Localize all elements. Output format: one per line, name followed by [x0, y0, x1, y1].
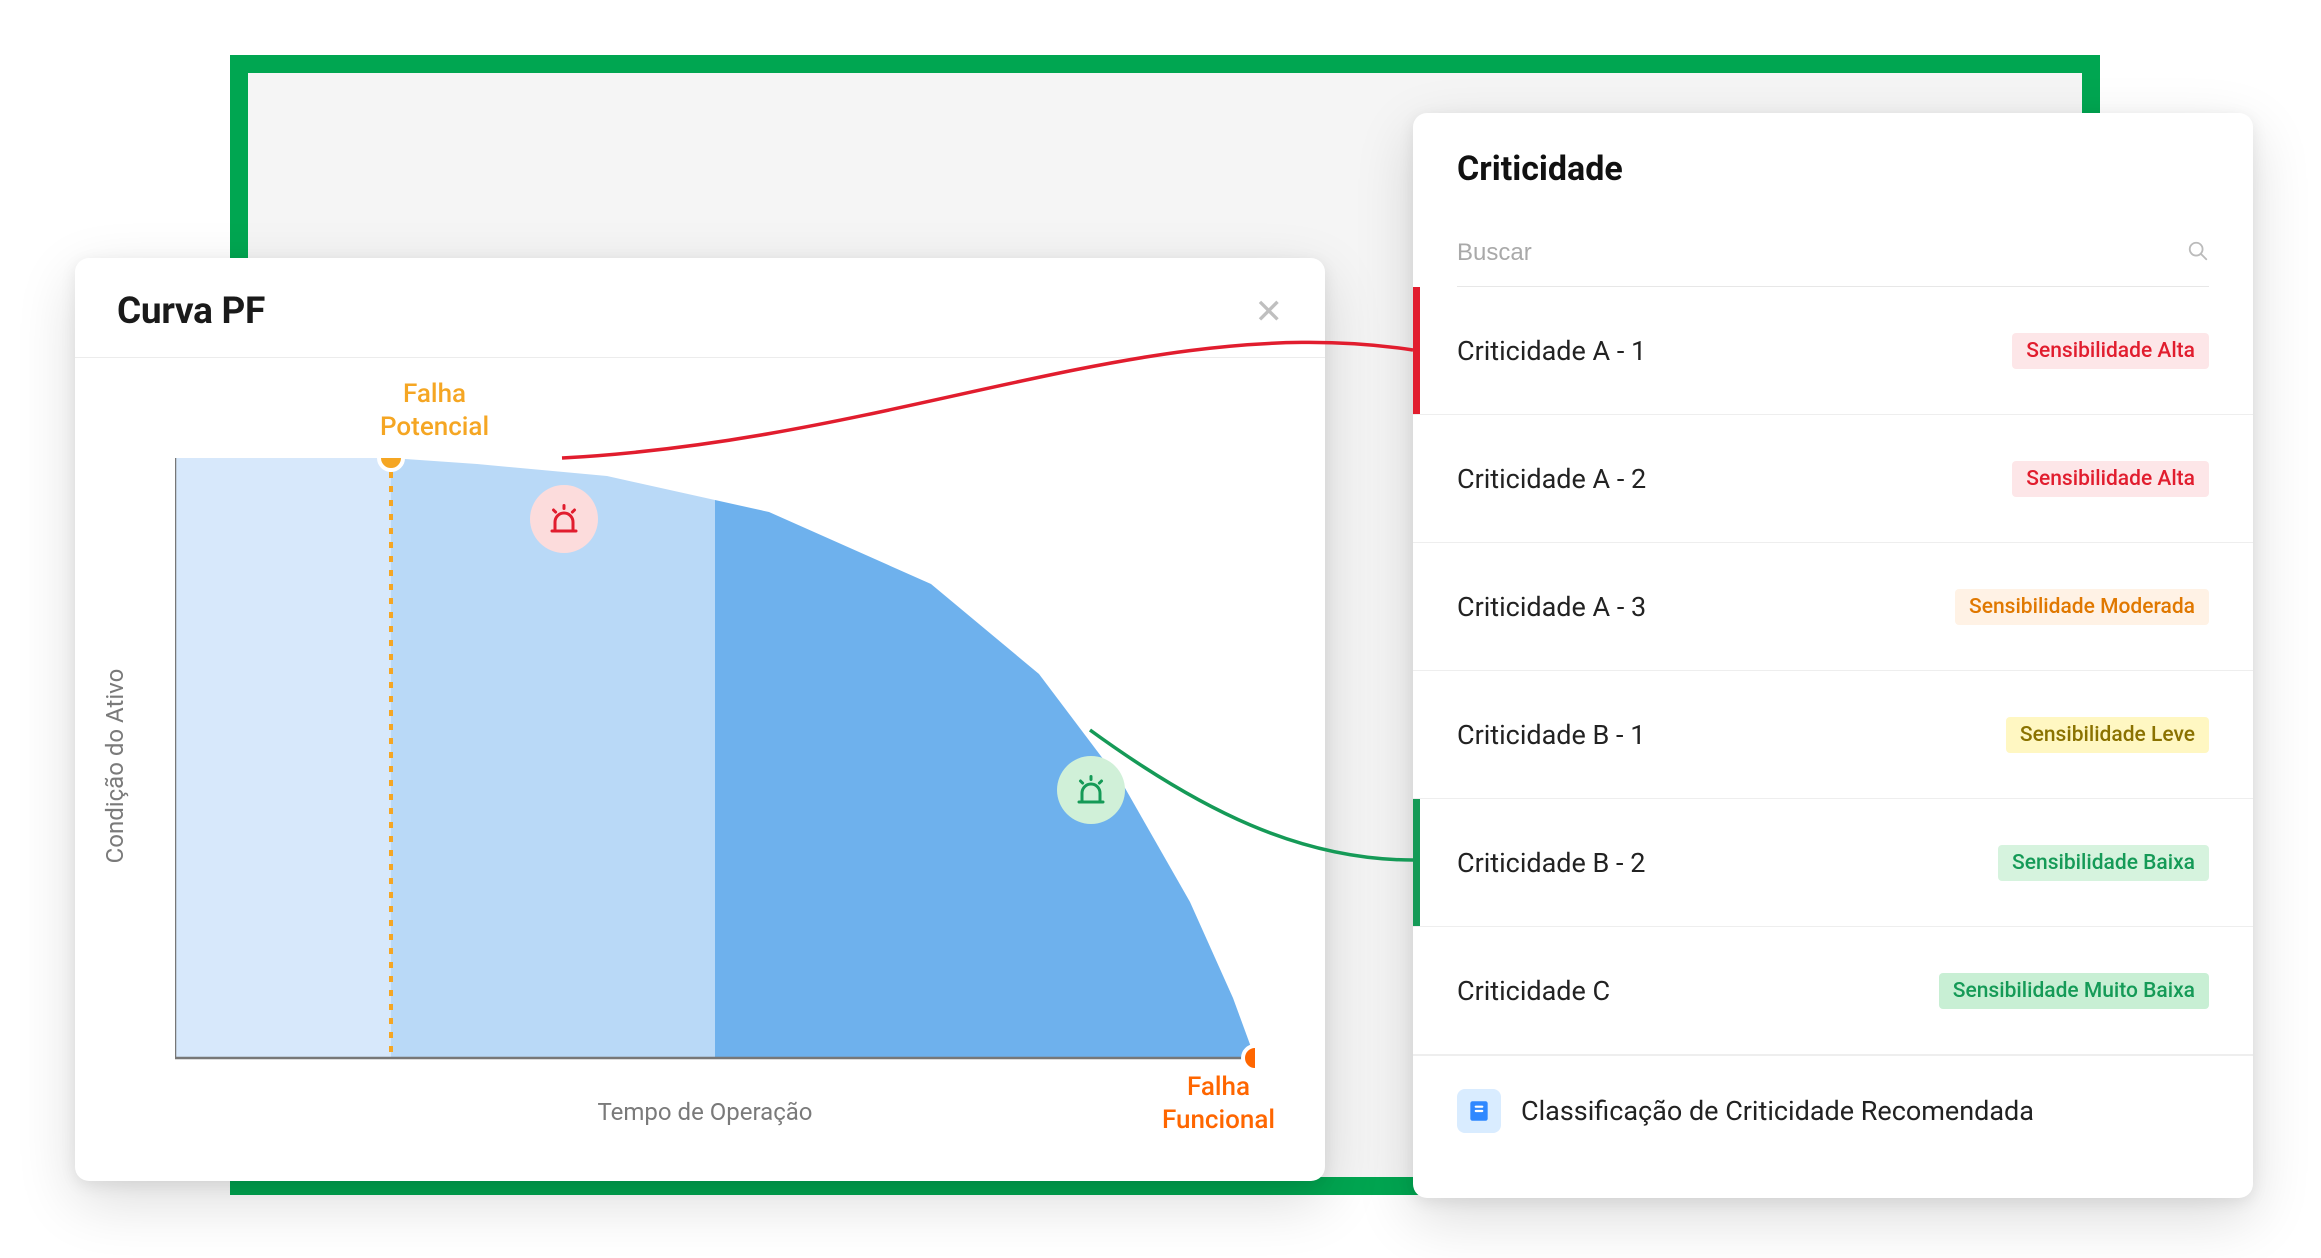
criticality-footer-text: Classificação de Criticidade Recomendada [1521, 1095, 2034, 1127]
criticality-item-label: Criticidade B - 1 [1457, 719, 1645, 751]
sensitivity-badge: Sensibilidade Alta [2012, 333, 2209, 369]
pf-curve-card: Curva PF ✕ Condição do Ativo Tempo de Op… [75, 258, 1325, 1181]
criticality-item-label: Criticidade A - 2 [1457, 463, 1646, 495]
selection-indicator [1413, 287, 1420, 414]
criticality-item-label: Criticidade A - 1 [1457, 335, 1646, 367]
book-icon [1457, 1089, 1501, 1133]
search-input[interactable] [1457, 239, 2187, 267]
potential-failure-label: Falha Potencial FalhaPotencial [380, 378, 489, 443]
potential-failure-text: FalhaPotencial [380, 379, 489, 442]
siren-icon [546, 501, 582, 537]
y-axis-label: Condição do Ativo [101, 669, 129, 864]
criticality-item-label: Criticidade C [1457, 975, 1610, 1007]
criticality-item[interactable]: Criticidade A - 2 Sensibilidade Alta [1413, 415, 2253, 543]
pf-card-title: Curva PF [117, 290, 265, 333]
close-icon[interactable]: ✕ [1255, 295, 1284, 329]
sensitivity-badge: Sensibilidade Muito Baixa [1939, 973, 2209, 1009]
pf-card-body: Condição do Ativo Tempo de Operação Falh… [75, 358, 1325, 1176]
pf-card-header: Curva PF ✕ [75, 258, 1325, 358]
sensitivity-badge: Sensibilidade Moderada [1955, 589, 2209, 625]
criticality-item[interactable]: Criticidade B - 2 Sensibilidade Baixa [1413, 799, 2253, 927]
criticality-item[interactable]: Criticidade B - 1 Sensibilidade Leve [1413, 671, 2253, 799]
selection-indicator [1413, 799, 1420, 926]
criticality-item[interactable]: Criticidade A - 1 Sensibilidade Alta [1413, 287, 2253, 415]
criticality-title: Criticidade [1413, 113, 2253, 199]
criticality-item-label: Criticidade B - 2 [1457, 847, 1645, 879]
sensitivity-badge: Sensibilidade Alta [2012, 461, 2209, 497]
sensitivity-badge: Sensibilidade Leve [2006, 717, 2209, 753]
siren-low-icon [1057, 756, 1125, 824]
criticality-item[interactable]: Criticidade A - 3 Sensibilidade Moderada [1413, 543, 2253, 671]
criticality-list: Criticidade A - 1Sensibilidade AltaCriti… [1413, 287, 2253, 1055]
sensitivity-badge: Sensibilidade Baixa [1998, 845, 2209, 881]
criticality-footer[interactable]: Classificação de Criticidade Recomendada [1413, 1055, 2253, 1165]
siren-icon [1073, 772, 1109, 808]
criticality-item[interactable]: Criticidade C Sensibilidade Muito Baixa [1413, 927, 2253, 1055]
criticality-search[interactable] [1457, 219, 2209, 287]
criticality-item-label: Criticidade A - 3 [1457, 591, 1646, 623]
criticality-card: Criticidade Criticidade A - 1 Sensibilida… [1413, 113, 2253, 1198]
search-icon [2187, 240, 2209, 266]
pf-chart: Condição do Ativo Tempo de Operação Falh… [145, 388, 1265, 1116]
siren-high-icon [530, 485, 598, 553]
